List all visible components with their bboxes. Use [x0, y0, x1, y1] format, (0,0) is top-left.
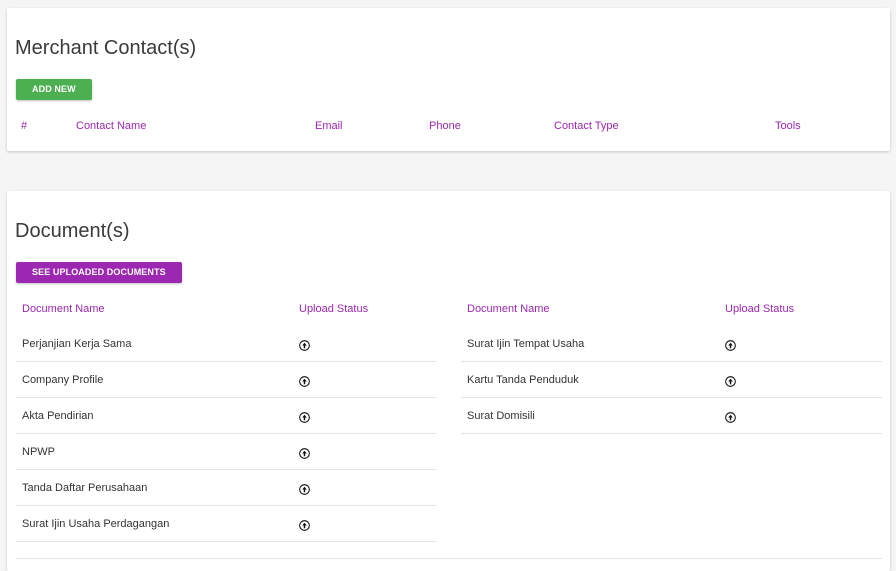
left-header-document-name: Document Name — [22, 303, 105, 315]
upload-icon[interactable] — [725, 338, 736, 351]
upload-icon[interactable] — [725, 374, 736, 387]
upload-icon[interactable] — [299, 518, 310, 531]
document-name: Surat Ijin Tempat Usaha — [467, 338, 585, 350]
upload-icon[interactable] — [299, 338, 310, 351]
document-row: Tanda Daftar Perusahaan — [16, 470, 436, 506]
right-header-document-name: Document Name — [467, 303, 550, 315]
document-name: Tanda Daftar Perusahaan — [22, 482, 148, 494]
document-row: Perjanjian Kerja Sama — [16, 326, 436, 362]
document-name: Company Profile — [22, 374, 104, 386]
documents-card: Document(s) SEE UPLOADED DOCUMENTS Docum… — [7, 191, 890, 571]
upload-icon[interactable] — [299, 410, 310, 423]
contacts-title: Merchant Contact(s) — [15, 37, 197, 59]
document-name: Akta Pendirian — [22, 410, 94, 422]
column-header-contact-type[interactable]: Contact Type — [554, 120, 619, 132]
upload-icon[interactable] — [299, 374, 310, 387]
document-name: Perjanjian Kerja Sama — [22, 338, 132, 350]
document-row: Kartu Tanda Penduduk — [461, 362, 882, 398]
table-bottom-divider — [16, 558, 882, 559]
add-new-contact-button[interactable]: ADD NEW — [16, 79, 92, 100]
merchant-contacts-card: Merchant Contact(s) ADD NEW # Contact Na… — [7, 8, 890, 151]
document-row: Surat Ijin Tempat Usaha — [461, 326, 882, 362]
upload-icon[interactable] — [725, 410, 736, 423]
document-row: Surat Ijin Usaha Perdagangan — [16, 506, 436, 542]
upload-icon[interactable] — [299, 482, 310, 495]
see-uploaded-documents-button[interactable]: SEE UPLOADED DOCUMENTS — [16, 262, 182, 283]
documents-title: Document(s) — [15, 220, 130, 242]
document-name: Kartu Tanda Penduduk — [467, 374, 579, 386]
document-row: Akta Pendirian — [16, 398, 436, 434]
document-name: Surat Ijin Usaha Perdagangan — [22, 518, 170, 530]
column-header-phone[interactable]: Phone — [429, 120, 461, 132]
document-row: Surat Domisili — [461, 398, 882, 434]
column-header-email[interactable]: Email — [315, 120, 343, 132]
right-header-upload-status: Upload Status — [725, 303, 795, 315]
document-name: NPWP — [22, 446, 55, 458]
document-row: NPWP — [16, 434, 436, 470]
right-documents-list: Surat Ijin Tempat Usaha Kartu Tanda Pendu… — [461, 326, 882, 434]
column-header-contact-name[interactable]: Contact Name — [76, 120, 146, 132]
left-documents-list: Perjanjian Kerja Sama Company Profile Akta… — [16, 326, 436, 542]
left-header-upload-status: Upload Status — [299, 303, 369, 315]
upload-icon[interactable] — [299, 446, 310, 459]
document-row: Company Profile — [16, 362, 436, 398]
column-header-number: # — [21, 120, 28, 132]
column-header-tools: Tools — [775, 120, 801, 132]
document-name: Surat Domisili — [467, 410, 535, 422]
